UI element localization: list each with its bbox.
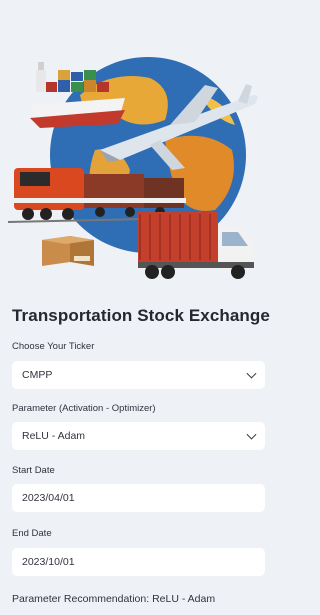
app-title: Transportation Stock Exchange [12,306,270,325]
end-date-label: End Date [12,528,52,539]
truck [138,212,254,279]
start-date-value: 2023/04/01 [22,492,75,504]
chevron-down-icon [246,429,257,440]
ticker-label: Choose Your Ticker [12,341,95,352]
end-date-value: 2023/10/01 [22,556,75,568]
hero-illustration [0,0,270,290]
ticker-select[interactable]: CMPP [12,361,265,389]
ticker-value: CMPP [22,369,53,381]
parameter-value: ReLU - Adam [22,430,86,442]
start-date-label: Start Date [12,465,55,476]
parameter-recommendation: Parameter Recommendation: ReLU - Adam [12,593,216,605]
cardboard-box [42,236,94,266]
end-date-input[interactable]: 2023/10/01 [12,548,265,576]
chevron-down-icon [246,368,257,379]
parameter-label: Parameter (Activation - Optimizer) [12,403,156,414]
parameter-select[interactable]: ReLU - Adam [12,422,265,450]
transportation-illustration [7,57,258,279]
start-date-input[interactable]: 2023/04/01 [12,484,265,512]
